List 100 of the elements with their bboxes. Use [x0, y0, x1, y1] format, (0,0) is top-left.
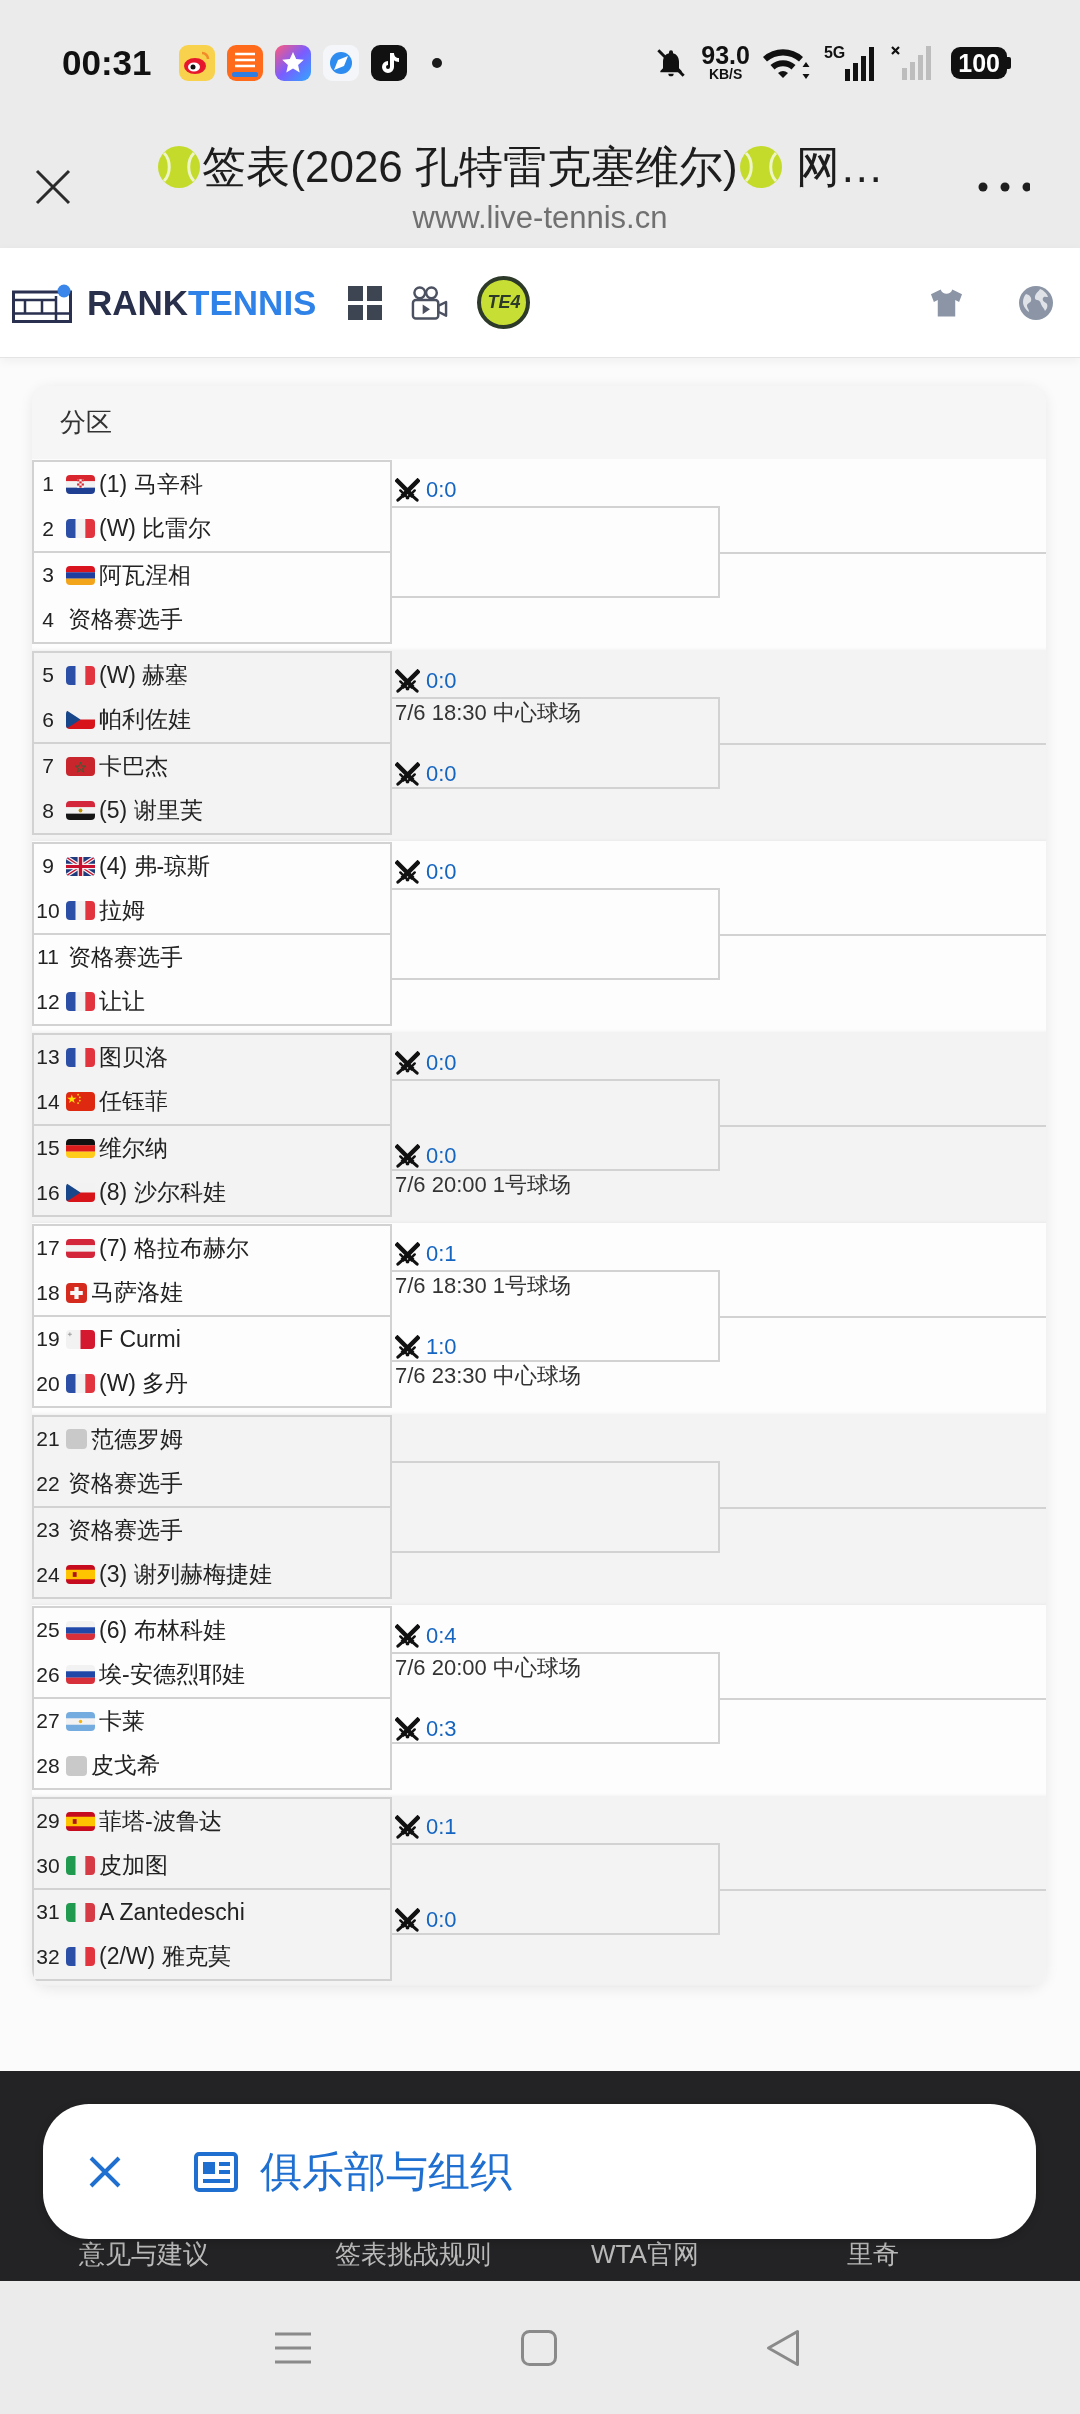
notification-dot-icon — [431, 57, 442, 68]
match-score[interactable]: 0:0 — [426, 1906, 457, 1933]
flag-icon — [66, 710, 95, 730]
player-name: 范德罗姆 — [91, 1424, 183, 1454]
crossed-swords-icon — [395, 478, 420, 502]
draw-position: 25 — [35, 1618, 61, 1643]
draw-position: 21 — [35, 1427, 61, 1452]
footer-link[interactable]: 里奇 — [847, 2241, 899, 2267]
match-score[interactable]: 0:1 — [426, 1241, 457, 1267]
match-score[interactable]: 0:0 — [426, 668, 457, 694]
draw-position: 8 — [41, 798, 55, 823]
draw-position: 28 — [35, 1753, 61, 1778]
menu-icon[interactable] — [275, 2331, 311, 2364]
battery-indicator: 100 — [951, 46, 1011, 79]
draw-position: 14 — [35, 1089, 61, 1114]
footer-link[interactable]: 签表挑战规则 — [335, 2241, 491, 2267]
court-logo-icon[interactable] — [12, 282, 72, 323]
crossed-swords-icon — [395, 1143, 420, 1168]
match-schedule: 7/6 20:00 中心球场 — [394, 1654, 581, 1681]
home-icon[interactable] — [521, 2329, 557, 2366]
player-name: (3) 谢列赫梅捷娃 — [99, 1560, 272, 1590]
player-name: 任钰菲 — [99, 1087, 168, 1117]
match-score[interactable]: 0:3 — [426, 1715, 457, 1742]
flag-icon — [66, 1902, 95, 1922]
draw-position: 29 — [35, 1809, 61, 1834]
draw-position: 2 — [41, 516, 55, 541]
app-icon — [370, 44, 407, 81]
crossed-swords-icon — [395, 761, 420, 786]
match-score[interactable]: 0:0 — [426, 1050, 457, 1076]
match-score[interactable]: 0:1 — [426, 1814, 457, 1840]
more-icon[interactable] — [978, 181, 1030, 192]
crossed-swords-icon — [395, 1716, 420, 1741]
app-icon — [178, 44, 215, 81]
crossed-swords-icon — [395, 1334, 420, 1359]
footer-link[interactable]: 意见与建议 — [79, 2241, 209, 2267]
back-icon[interactable] — [766, 2328, 800, 2367]
match-score[interactable]: 0:0 — [426, 760, 457, 787]
video-camera-icon[interactable] — [411, 284, 449, 321]
draw-position: 12 — [35, 989, 61, 1014]
crossed-swords-icon — [395, 1907, 420, 1932]
player-name: 卡巴杰 — [99, 751, 168, 781]
match-score[interactable]: 0:0 — [426, 1142, 457, 1169]
footer-link[interactable]: WTA官网 — [591, 2241, 699, 2267]
flag-icon — [66, 1620, 95, 1640]
flag-icon — [66, 1711, 95, 1731]
flag-icon — [66, 519, 95, 539]
section-heading: 分区 — [60, 406, 112, 439]
match-score[interactable]: 0:4 — [426, 1623, 457, 1649]
player-name: 资格赛选手 — [68, 942, 183, 972]
page-url: www.live-tennis.cn — [412, 200, 668, 236]
app-icon — [322, 44, 359, 81]
flag-icon — [66, 565, 95, 585]
player-name: 阿瓦涅相 — [99, 560, 191, 590]
grid-icon[interactable] — [348, 285, 383, 320]
signal-icon — [845, 46, 876, 81]
player-name: (5) 谢里芙 — [99, 796, 203, 826]
match-score[interactable]: 0:0 — [426, 859, 457, 885]
draw-position: 13 — [35, 1045, 61, 1070]
logo-badge[interactable]: TE4 — [477, 276, 531, 329]
t-shirt-icon[interactable] — [930, 287, 963, 318]
flag-icon — [66, 1856, 95, 1876]
player-name: (6) 布林科娃 — [99, 1615, 226, 1645]
flag-icon — [66, 856, 95, 876]
flag-icon — [66, 1047, 95, 1067]
network-speed: 93.0 — [701, 43, 750, 67]
page-title: 网… — [795, 142, 884, 192]
draw-position: 10 — [35, 898, 61, 923]
player-name: 维尔纳 — [99, 1133, 168, 1163]
player-name: (W) 多丹 — [99, 1369, 189, 1399]
clubs-link[interactable]: 俱乐部与组织 — [194, 2143, 512, 2200]
crossed-swords-icon — [395, 669, 420, 693]
draw-position: 17 — [35, 1236, 61, 1261]
player-name: 皮加图 — [99, 1851, 168, 1881]
draw-position: 15 — [35, 1136, 61, 1161]
match-score[interactable]: 1:0 — [426, 1333, 457, 1360]
blank-flag-icon — [66, 1429, 87, 1450]
draw-position: 31 — [35, 1900, 61, 1925]
flag-icon — [66, 1183, 95, 1203]
logo-text[interactable]: RANKTENNIS — [87, 282, 317, 323]
draw-position: 24 — [35, 1562, 61, 1587]
player-name: 图贝洛 — [99, 1042, 168, 1072]
close-icon[interactable] — [34, 167, 72, 206]
globe-icon[interactable] — [1018, 284, 1054, 321]
player-name: (4) 弗-琼斯 — [99, 851, 211, 881]
draw-position: 22 — [35, 1471, 61, 1496]
crossed-swords-icon — [395, 860, 420, 884]
player-name: (1) 马辛科 — [99, 469, 203, 499]
match-schedule: 7/6 18:30 1号球场 — [394, 1272, 572, 1299]
flag-icon — [66, 1947, 95, 1967]
draw-position: 11 — [36, 945, 60, 970]
match-score[interactable]: 0:0 — [426, 477, 457, 503]
newspaper-icon[interactable] — [194, 2151, 238, 2192]
network-type: 5G — [823, 44, 846, 61]
draw-position: 7 — [41, 754, 55, 779]
player-name: A Zantedeschi — [99, 1898, 245, 1926]
blank-flag-icon — [66, 1755, 87, 1776]
draw-position: 6 — [41, 707, 55, 732]
crossed-swords-icon — [395, 1242, 420, 1266]
draw-position: 3 — [41, 563, 55, 588]
draw-position: 9 — [41, 854, 55, 879]
